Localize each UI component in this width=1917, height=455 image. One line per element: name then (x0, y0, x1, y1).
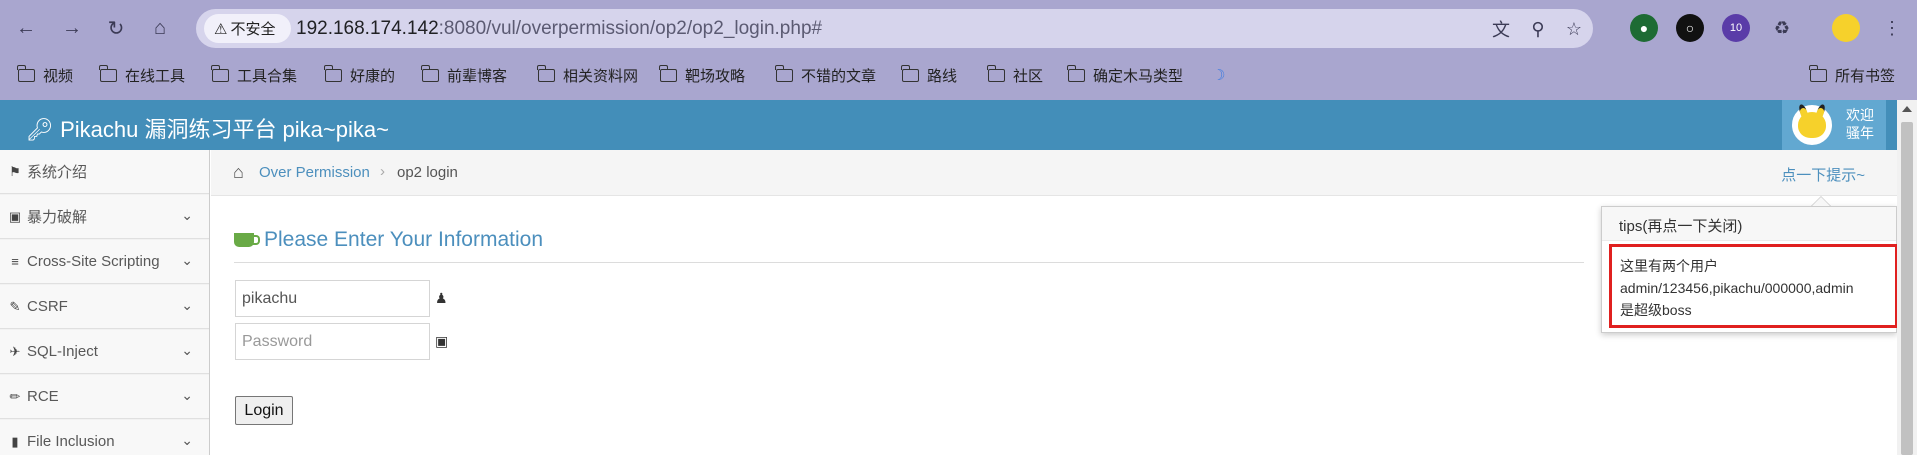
app-title[interactable]: 🔑︎ Pikachu 漏洞练习平台 pika~pika~ (26, 112, 389, 144)
plane-icon: ✈ (9, 343, 21, 359)
tips-content: 这里有两个用户 admin/123456,pikachu/000000,admi… (1609, 244, 1898, 328)
sidebar-item-rce[interactable]: ✏ RCE ⌄ (0, 375, 209, 419)
vertical-scrollbar[interactable] (1897, 100, 1917, 455)
key-icon: 🔑︎ (26, 117, 54, 142)
user-icon: ♟ (435, 290, 448, 306)
extension-circle-icon[interactable]: ○ (1676, 14, 1704, 42)
sidebar-item-csrf[interactable]: ✎ CSRF ⌄ (0, 285, 209, 329)
bookmark-moon-icon[interactable]: ☽ (1212, 64, 1225, 86)
bookmark-folder[interactable]: 确定木马类型 (1067, 64, 1183, 86)
reload-icon[interactable]: ↻ (100, 12, 132, 44)
tips-popover[interactable]: tips(再点一下关闭) 这里有两个用户 admin/123456,pikach… (1601, 206, 1898, 333)
folder-icon (1067, 64, 1085, 82)
bookmark-folder[interactable]: 在线工具 (99, 64, 185, 86)
folder-icon (901, 64, 919, 82)
sidebar-item-intro[interactable]: ⚑ 系统介绍 (0, 150, 209, 194)
sidebar-item-xss[interactable]: ≡ Cross-Site Scripting ⌄ (0, 240, 209, 284)
user-menu[interactable]: 欢迎 骚年 (1782, 100, 1886, 150)
bookmark-folder[interactable]: 靶场攻略 (659, 64, 745, 86)
bookmark-folder[interactable]: 前辈博客 (421, 64, 507, 86)
chevron-down-icon: ⌄ (181, 297, 193, 313)
avatar (1792, 105, 1832, 145)
insecure-label: 不安全 (230, 21, 276, 38)
chevron-down-icon: ⌄ (181, 252, 193, 268)
extensions-puzzle-icon[interactable]: ♻ (1768, 14, 1796, 42)
login-button[interactable]: Login (235, 396, 293, 425)
sidebar-item-file-inclusion[interactable]: ▮ File Inclusion ⌄ (0, 420, 209, 455)
folder-icon (659, 64, 677, 82)
bookmarks-bar: 视频 在线工具 工具合集 好康的 前辈博客 相关资料网 靶场攻略 不错的文章 路… (0, 60, 1917, 90)
popover-arrow-inner (1812, 197, 1830, 206)
back-arrow-icon[interactable]: ← (10, 12, 42, 44)
coffee-icon (234, 233, 260, 247)
chevron-down-icon: ⌄ (181, 342, 193, 358)
bookmark-star-icon[interactable]: ☆ (1562, 17, 1586, 41)
chevron-down-icon: ⌄ (181, 387, 193, 403)
folder-icon (324, 64, 342, 82)
zoom-icon[interactable]: ⚲ (1526, 17, 1550, 41)
folder-icon (17, 64, 35, 82)
pikachu-icon (1798, 112, 1826, 138)
browser-chrome: ← → ↻ ⌂ ⚠ 不安全 192.168.174.142:8080/vul/o… (0, 0, 1917, 100)
username-input[interactable] (235, 280, 430, 317)
divider (234, 262, 1584, 263)
security-chip[interactable]: ⚠ 不安全 (204, 14, 291, 43)
tags-icon: ⚑ (9, 163, 21, 179)
chevron-down-icon: ⌄ (181, 432, 193, 448)
lock-icon: ▣ (435, 333, 449, 349)
home-icon[interactable]: ⌂ (144, 12, 176, 44)
sidebar-item-sql-inject[interactable]: ✈ SQL-Inject ⌄ (0, 330, 209, 374)
home-icon[interactable]: ⌂ (233, 162, 244, 183)
sidebar: ⚑ 系统介绍 ▣ 暴力破解 ⌄ ≡ Cross-Site Scripting ⌄ ✎ CSR… (0, 150, 210, 455)
breadcrumb-link[interactable]: Over Permission (259, 164, 370, 181)
bookmark-folder[interactable]: 路线 (901, 64, 957, 86)
folder-icon (211, 64, 229, 82)
address-bar[interactable]: ⚠ 不安全 192.168.174.142:8080/vul/overpermi… (196, 9, 1593, 48)
url-host: 192.168.174.142 (296, 18, 439, 39)
extension-green-icon[interactable]: ● (1630, 14, 1658, 42)
folder-icon (421, 64, 439, 82)
bookmark-folder[interactable]: 社区 (987, 64, 1043, 86)
folder-icon (987, 64, 1005, 82)
scroll-up-icon[interactable] (1902, 106, 1912, 112)
welcome-text: 欢迎 骚年 (1846, 107, 1874, 141)
hint-link[interactable]: 点一下提示~ (1781, 164, 1865, 185)
folder-icon (1809, 64, 1827, 82)
all-bookmarks-folder[interactable]: 所有书签 (1809, 64, 1895, 86)
lock-icon: ▣ (8, 208, 22, 224)
browser-toolbar: ← → ↻ ⌂ ⚠ 不安全 192.168.174.142:8080/vul/o… (0, 0, 1917, 56)
bookmark-folder[interactable]: 好康的 (324, 64, 395, 86)
bookmark-folder[interactable]: 视频 (17, 64, 73, 86)
bookmark-folder[interactable]: 工具合集 (211, 64, 297, 86)
warning-icon: ⚠ (214, 20, 228, 38)
app-header: 🔑︎ Pikachu 漏洞练习平台 pika~pika~ (0, 100, 1897, 150)
tips-header[interactable]: tips(再点一下关闭) (1602, 207, 1896, 241)
list-icon: ≡ (11, 254, 19, 269)
menu-kebab-icon[interactable]: ⋮ (1878, 14, 1906, 42)
breadcrumb-separator-icon: › (380, 163, 385, 180)
url-text[interactable]: 192.168.174.142:8080/vul/overpermission/… (296, 18, 822, 40)
breadcrumb: ⌂ Over Permission › op2 login 点一下提示~ (211, 150, 1897, 196)
folder-icon (537, 64, 555, 82)
sidebar-item-brute-force[interactable]: ▣ 暴力破解 ⌄ (0, 195, 209, 239)
url-path: :8080/vul/overpermission/op2/op2_login.p… (438, 18, 823, 39)
folder-icon (775, 64, 793, 82)
page-title: Please Enter Your Information (234, 228, 543, 252)
scrollbar-thumb[interactable] (1901, 122, 1913, 455)
pencil-icon: ✏ (9, 388, 21, 404)
translate-icon[interactable]: 文 (1489, 17, 1513, 41)
extension-badge-count: 10 (1729, 22, 1743, 34)
bookmark-folder[interactable]: 不错的文章 (775, 64, 876, 86)
file-icon: ▮ (11, 433, 19, 449)
forward-arrow-icon[interactable]: → (56, 12, 88, 44)
profile-avatar-icon[interactable] (1832, 14, 1860, 42)
folder-icon (99, 64, 117, 82)
bookmark-folder[interactable]: 相关资料网 (537, 64, 638, 86)
password-input[interactable] (235, 323, 430, 360)
extension-badge-icon[interactable]: 10 (1722, 14, 1750, 42)
breadcrumb-current: op2 login (397, 164, 458, 181)
edit-icon: ✎ (9, 298, 21, 314)
chevron-down-icon: ⌄ (181, 207, 193, 223)
